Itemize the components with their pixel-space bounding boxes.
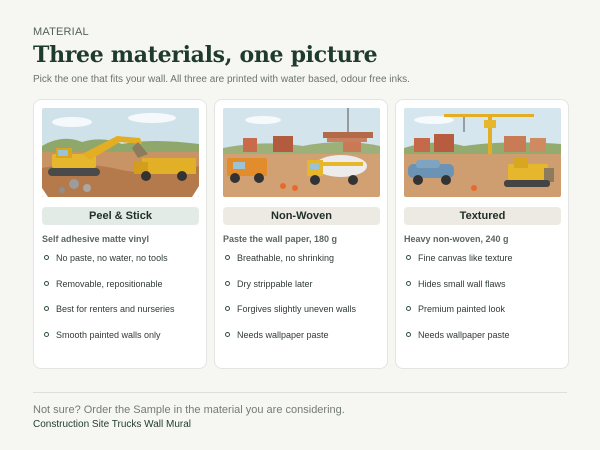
- material-card-peel-and-stick[interactable]: Peel & Stick Self adhesive matte vinyl N…: [33, 99, 207, 369]
- material-name-badge: Textured: [404, 207, 561, 225]
- sample-note: Not sure? Order the Sample in the materi…: [33, 404, 345, 416]
- bullet-icon: [225, 280, 230, 286]
- feature-item: Premium painted look: [404, 304, 513, 330]
- bullet-icon: [406, 306, 411, 311]
- page-header: MATERIAL Three materials, one picture Pi…: [33, 26, 580, 85]
- feature-text: Fine canvas like texture: [418, 253, 513, 263]
- feature-item: Needs wallpaper paste: [223, 330, 356, 356]
- feature-item: Breathable, no shrinking: [223, 253, 356, 279]
- section-eyebrow: MATERIAL: [33, 26, 89, 38]
- feature-item: Fine canvas like texture: [404, 253, 513, 279]
- excavator-scene-illustration: [42, 108, 199, 197]
- feature-text: Premium painted look: [418, 304, 506, 314]
- bullet-icon: [406, 255, 411, 260]
- material-name-badge: Non-Woven: [223, 207, 380, 225]
- feature-item: Needs wallpaper paste: [404, 330, 513, 356]
- page-subtitle: Pick the one that fits your wall. All th…: [33, 74, 410, 85]
- feature-text: Best for renters and nurseries: [56, 304, 175, 314]
- feature-list: Fine canvas like texture Hides small wal…: [404, 253, 513, 355]
- feature-item: Smooth painted walls only: [42, 330, 175, 356]
- bullet-icon: [44, 331, 49, 337]
- feature-item: Forgives slightly uneven walls: [223, 304, 356, 330]
- material-spec: Heavy non-woven, 240 g: [404, 234, 509, 244]
- feature-text: Forgives slightly uneven walls: [237, 304, 357, 314]
- crane-scene-illustration: [404, 108, 561, 197]
- mural-preview-image: [223, 108, 380, 197]
- feature-text: Needs wallpaper paste: [418, 329, 510, 340]
- feature-text: Smooth painted walls only: [56, 329, 161, 340]
- mural-preview-image: [42, 108, 199, 197]
- feature-list: No paste, no water, no tools Removable, …: [42, 253, 175, 355]
- bullet-icon: [225, 331, 230, 337]
- bullet-icon: [225, 255, 230, 260]
- page-title: Three materials, one picture: [33, 42, 378, 68]
- material-card-textured[interactable]: Textured Heavy non-woven, 240 g Fine can…: [395, 99, 569, 369]
- feature-text: Removable, repositionable: [56, 278, 163, 289]
- mixer-truck-scene-illustration: [223, 108, 380, 197]
- feature-item: Dry strippable later: [223, 279, 356, 305]
- footer-divider: [33, 392, 567, 393]
- material-name-badge: Peel & Stick: [42, 207, 199, 225]
- bullet-icon: [44, 306, 49, 311]
- bullet-icon: [44, 255, 49, 260]
- bullet-icon: [406, 280, 411, 286]
- feature-text: Dry strippable later: [237, 278, 313, 289]
- mural-preview-image: [404, 108, 561, 197]
- bullet-icon: [406, 331, 411, 337]
- feature-text: Breathable, no shrinking: [237, 253, 335, 263]
- material-cards: Peel & Stick Self adhesive matte vinyl N…: [33, 99, 569, 369]
- feature-text: No paste, no water, no tools: [56, 253, 168, 263]
- feature-item: Hides small wall flaws: [404, 279, 513, 305]
- bullet-icon: [225, 306, 230, 311]
- feature-item: No paste, no water, no tools: [42, 253, 175, 279]
- feature-text: Needs wallpaper paste: [237, 329, 329, 340]
- feature-text: Hides small wall flaws: [418, 278, 506, 289]
- feature-item: Best for renters and nurseries: [42, 304, 175, 330]
- bullet-icon: [44, 280, 49, 286]
- feature-item: Removable, repositionable: [42, 279, 175, 305]
- material-spec: Paste the wall paper, 180 g: [223, 234, 338, 244]
- product-name-link[interactable]: Construction Site Trucks Wall Mural: [33, 419, 191, 430]
- material-card-non-woven[interactable]: Non-Woven Paste the wall paper, 180 g Br…: [214, 99, 388, 369]
- material-spec: Self adhesive matte vinyl: [42, 234, 150, 244]
- feature-list: Breathable, no shrinking Dry strippable …: [223, 253, 356, 355]
